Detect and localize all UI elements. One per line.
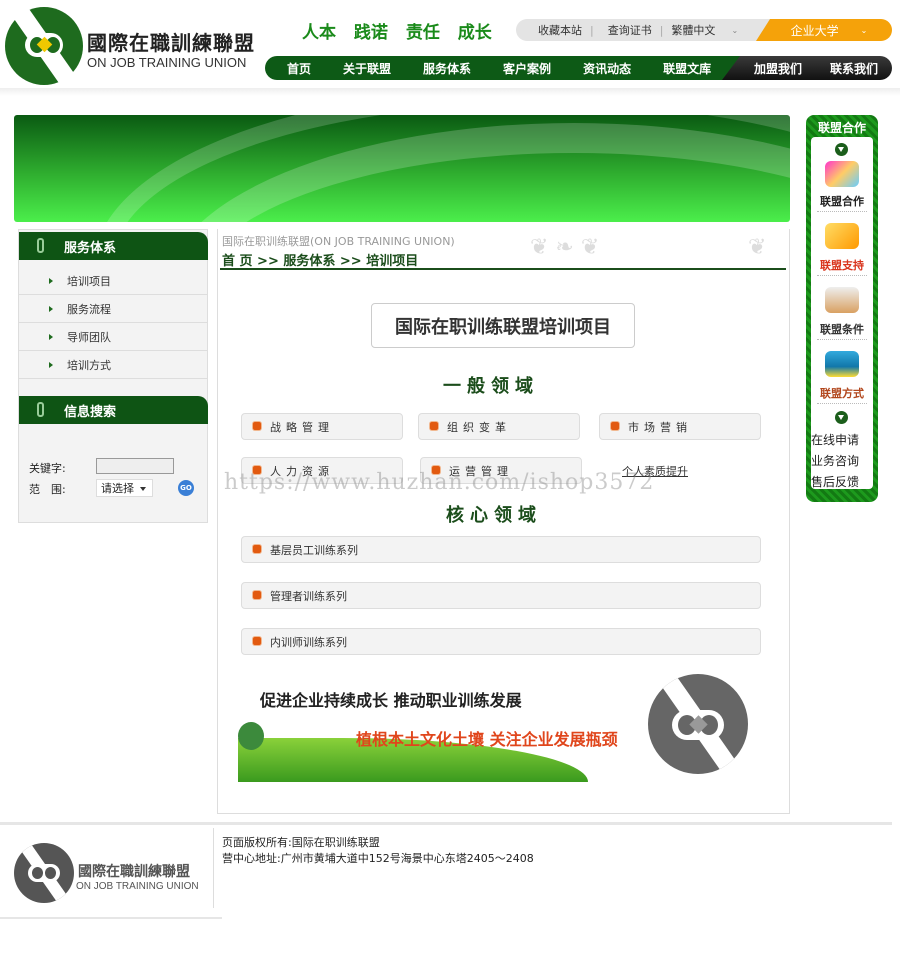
alliance-panel-title: 联盟合作	[817, 121, 866, 135]
triangle-right-icon	[49, 278, 53, 284]
nav-home[interactable]: 首页	[287, 60, 311, 77]
logo-text-en: ON JOB TRAINING UNION	[87, 55, 247, 70]
core-item-trainer[interactable]: 内训师训练系列	[241, 628, 761, 655]
page-title: 国际在职训练联盟培训项目	[371, 303, 635, 348]
general-item-org-change[interactable]: 组织变革	[418, 413, 580, 440]
chevron-down-icon[interactable]: ⌄	[723, 26, 746, 35]
scope-select[interactable]: 请选择	[96, 479, 153, 497]
triangle-right-icon	[49, 306, 53, 312]
alliance-conditions-link[interactable]: 联盟条件	[811, 321, 873, 337]
watermark-text: https://www.huzhan.com/ishop3572	[224, 470, 655, 495]
down-arrow-icon[interactable]	[835, 143, 848, 156]
main-content: ❦ ❧ ❦ ❦ 国际在职训练联盟(ON JOB TRAINING UNION) …	[217, 229, 790, 814]
footer-logo-cn: 國際在職訓練聯盟	[78, 864, 190, 880]
enterprise-university-label: 企业大学	[790, 23, 839, 38]
main-nav: 首页 关于联盟 服务体系 客户案例 资讯动态 联盟文库	[265, 56, 741, 80]
promo-slogan-2: 植根本土文化土壤 关注企业发展瓶颈	[356, 730, 618, 749]
promo-slogan-1: 促进企业持续成长 推动职业训练发展	[260, 691, 522, 710]
promo-banner: 促进企业持续成长 推动职业训练发展 植根本土文化土壤 关注企业发展瓶颈	[238, 674, 774, 784]
gray-logo-icon	[648, 674, 748, 774]
arrow-bullet-icon	[253, 637, 261, 645]
footer-divider	[0, 822, 892, 825]
breadcrumb: 首 页 >> 服务体系 >> 培训项目	[222, 254, 419, 269]
info-search-title: 信息搜索	[64, 404, 117, 420]
nav-services[interactable]: 服务体系	[423, 60, 471, 77]
chevron-down-icon: ⌄	[860, 25, 868, 35]
footer-logo-icon	[14, 843, 74, 903]
nav-cases[interactable]: 客户案例	[503, 60, 551, 77]
after-sales-feedback-link[interactable]: 售后反馈	[811, 473, 859, 490]
gift-boxes-icon	[825, 223, 859, 249]
alliance-cooperation-link[interactable]: 联盟合作	[811, 193, 873, 209]
go-button[interactable]: GO	[178, 480, 194, 496]
core-item-manager[interactable]: 管理者训练系列	[241, 582, 761, 609]
alliance-panel: 联盟合作 联盟合作 联盟支持 联盟条件 联盟方式 在线申请 业务咨询 售后反馈	[806, 115, 878, 502]
dropdown-arrow-icon	[140, 487, 146, 491]
site-logo[interactable]: 國際在職訓練聯盟 ON JOB TRAINING UNION	[5, 3, 255, 89]
triangle-right-icon	[49, 334, 53, 340]
nav-join[interactable]: 加盟我们	[754, 60, 802, 77]
enterprise-university-dropdown[interactable]: 企业大学 ⌄	[756, 19, 892, 41]
general-item-strategy[interactable]: 战略管理	[241, 413, 403, 440]
service-system-title: 服务体系	[64, 240, 117, 256]
arrow-bullet-icon	[430, 422, 438, 430]
service-system-header: 服务体系	[19, 232, 208, 260]
info-search-header: 信息搜索	[19, 396, 208, 424]
arrow-bullet-icon	[253, 591, 261, 599]
keyword-input[interactable]	[96, 458, 174, 474]
logo-text-cn: 國際在職訓練聯盟	[87, 31, 255, 55]
traditional-chinese-link[interactable]: 繁體中文	[663, 22, 723, 38]
bookmark-link[interactable]: 收藏本站	[516, 22, 590, 38]
general-item-marketing[interactable]: 市场营销	[599, 413, 761, 440]
address-text: 营中心地址:广州市黄埔大道中152号海景中心东塔2405～2408	[222, 852, 534, 865]
footer-logo-en: ON JOB TRAINING UNION	[76, 881, 199, 892]
sidebar-item-mentor-team[interactable]: 导师团队	[19, 324, 207, 351]
scope-label: 范 围:	[29, 483, 66, 496]
sidebar-item-service-process[interactable]: 服务流程	[19, 296, 207, 323]
tagline: 人本 践诺 责任 成长	[302, 23, 492, 43]
footer-info: 页面版权所有:国际在职训练联盟 营中心地址:广州市黄埔大道中152号海景中心东塔…	[222, 835, 534, 867]
top-links: 收藏本站 | 查询证书 | 繁體中文 ⌄	[516, 19, 776, 41]
alliance-support-link[interactable]: 联盟支持	[811, 257, 873, 273]
floral-ornament: ❦ ❧ ❦	[530, 235, 600, 260]
scope-selected-value: 请选择	[101, 482, 134, 495]
site-name-line: 国际在职训练联盟(ON JOB TRAINING UNION)	[222, 235, 455, 248]
triangle-right-icon	[49, 362, 53, 368]
business-consult-link[interactable]: 业务咨询	[811, 452, 859, 469]
coffee-cup-icon	[825, 287, 859, 313]
header-shadow	[0, 88, 900, 96]
keyword-label: 关键字:	[29, 462, 66, 475]
footer-logo: 國際在職訓練聯盟 ON JOB TRAINING UNION	[14, 843, 204, 903]
general-fields-title: 一般领域	[443, 376, 539, 397]
arrow-bullet-icon	[253, 422, 261, 430]
nav-library[interactable]: 联盟文库	[663, 60, 711, 77]
treasure-box-icon	[825, 351, 859, 377]
nav-news[interactable]: 资讯动态	[583, 60, 631, 77]
pill-icon	[37, 402, 44, 417]
nav-about[interactable]: 关于联盟	[343, 60, 391, 77]
footer-vertical-divider	[213, 828, 214, 908]
hero-banner	[14, 115, 790, 222]
nav-contact[interactable]: 联系我们	[830, 60, 878, 77]
secondary-nav: 加盟我们 联系我们	[722, 56, 892, 80]
core-item-staff[interactable]: 基层员工训练系列	[241, 536, 761, 563]
footer-bottom-line	[0, 917, 222, 919]
online-apply-link[interactable]: 在线申请	[811, 431, 859, 448]
core-fields-title: 核心领域	[446, 505, 542, 526]
chart-magnifier-icon	[825, 161, 859, 187]
arrow-bullet-icon	[253, 545, 261, 553]
copyright-text: 页面版权所有:国际在职训练联盟	[222, 836, 380, 849]
breadcrumb-divider	[220, 268, 786, 270]
floral-ornament: ❦	[748, 235, 767, 260]
certificate-query-link[interactable]: 查询证书	[594, 22, 660, 38]
sidebar: 服务体系 培训项目 服务流程 导师团队 培训方式 信息搜索 关键字: 范 围: …	[18, 229, 208, 523]
tree-image	[238, 722, 264, 750]
sidebar-item-training-projects[interactable]: 培训项目	[19, 268, 207, 295]
down-arrow-icon[interactable]	[835, 411, 848, 424]
pill-icon	[37, 238, 44, 253]
sidebar-item-training-methods[interactable]: 培训方式	[19, 352, 207, 379]
alliance-methods-link[interactable]: 联盟方式	[811, 385, 873, 401]
arrow-bullet-icon	[611, 422, 619, 430]
